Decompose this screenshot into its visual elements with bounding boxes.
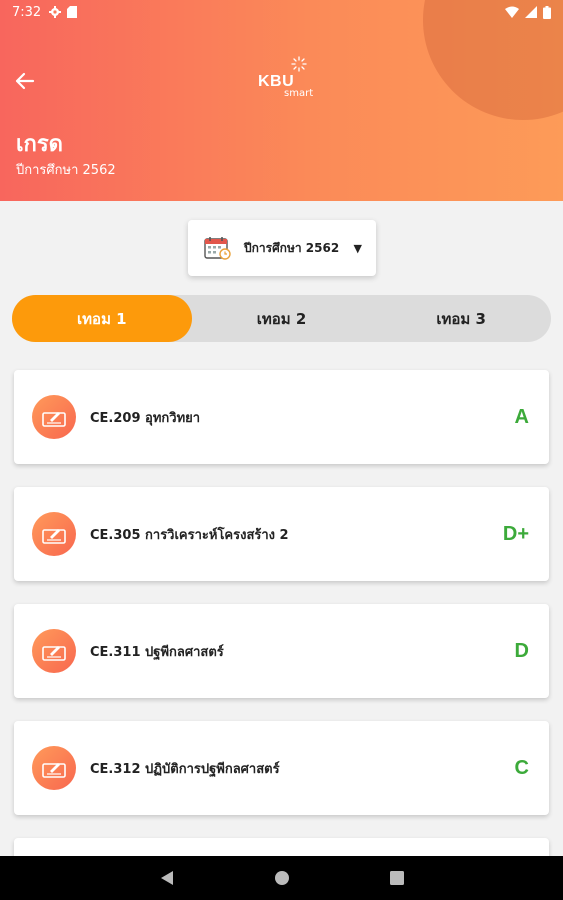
sd-card-icon — [67, 6, 78, 18]
calendar-icon — [204, 235, 232, 261]
system-nav-bar — [0, 856, 563, 900]
nav-back-button[interactable] — [160, 870, 174, 886]
gear-icon — [49, 6, 62, 18]
course-grade: D+ — [502, 522, 529, 545]
course-name: CE.311 ปฐพีกลศาสตร์ — [90, 644, 224, 660]
caret-down-icon: ▼ — [353, 241, 362, 255]
course-name: CE.305 การวิเคราะห์โครงสร้าง 2 — [90, 527, 289, 543]
semester-tabs: เทอม 1 เทอม 2 เทอม 3 — [12, 295, 551, 342]
course-grade: A — [514, 405, 529, 428]
status-time: 7:32 — [12, 4, 42, 20]
course-card[interactable]: CE.209 อุทกวิทยา A — [14, 370, 549, 464]
academic-year-label: ปีการศึกษา 2562 — [244, 240, 340, 255]
nav-recents-button[interactable] — [389, 871, 404, 885]
course-name: CE.209 อุทกวิทยา — [90, 410, 201, 426]
tab-semester-3[interactable]: เทอม 3 — [371, 295, 551, 342]
recents-square-icon — [389, 871, 404, 885]
arrow-left-icon — [15, 72, 35, 90]
academic-year-dropdown[interactable]: ปีการศึกษา 2562 ▼ — [188, 220, 376, 276]
page-title: เกรด — [16, 132, 63, 157]
edit-note-icon — [32, 395, 76, 439]
signal-icon — [525, 6, 537, 18]
status-right-icons — [505, 5, 551, 19]
status-bar: 7:32 — [0, 0, 563, 24]
back-triangle-icon — [160, 871, 173, 885]
page-subtitle: ปีการศึกษา 2562 — [16, 163, 116, 178]
battery-icon — [543, 5, 551, 19]
course-grade: D — [514, 639, 529, 662]
edit-note-icon — [32, 746, 76, 790]
back-button[interactable] — [10, 66, 40, 96]
kbu-smart-logo: KBU smart — [258, 56, 314, 100]
nav-home-button[interactable] — [274, 870, 290, 886]
app-header: KBU smart เกรด ปีการศึกษา 2562 — [0, 0, 563, 201]
course-card[interactable]: CE.312 ปฏิบัติการปฐพีกลศาสตร์ C — [14, 721, 549, 815]
wifi-icon — [505, 6, 519, 18]
edit-note-icon — [32, 629, 76, 673]
course-card[interactable]: CE.305 การวิเคราะห์โครงสร้าง 2 D+ — [14, 487, 549, 581]
course-name: CE.312 ปฏิบัติการปฐพีกลศาสตร์ — [90, 761, 280, 777]
logo-subtext: smart — [284, 88, 314, 99]
tab-semester-1[interactable]: เทอม 1 — [12, 295, 192, 342]
course-grade: C — [514, 756, 529, 779]
edit-note-icon — [32, 512, 76, 556]
course-card[interactable]: CE.311 ปฐพีกลศาสตร์ D — [14, 604, 549, 698]
home-circle-icon — [274, 871, 289, 885]
tab-semester-2[interactable]: เทอม 2 — [192, 295, 372, 342]
